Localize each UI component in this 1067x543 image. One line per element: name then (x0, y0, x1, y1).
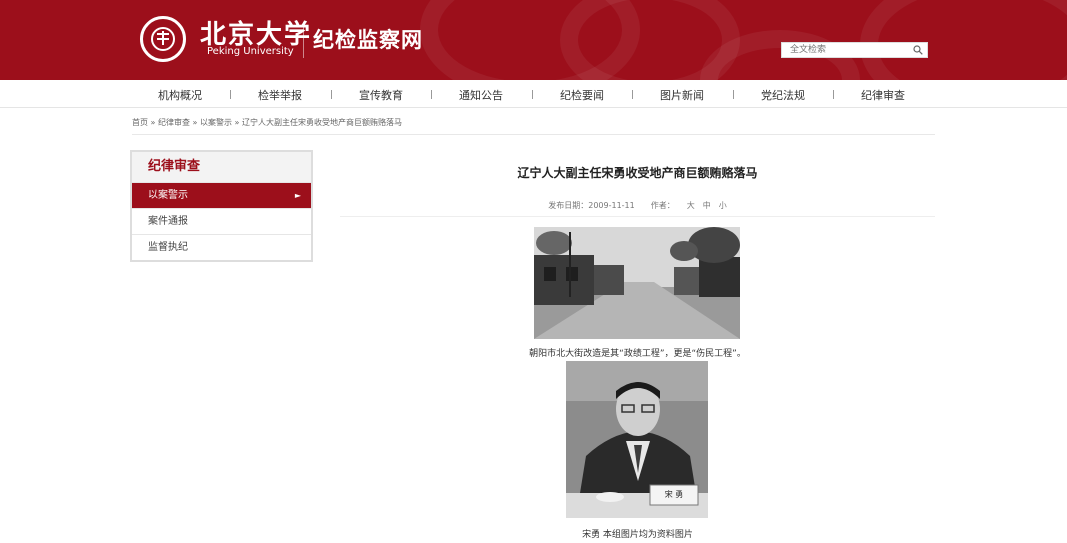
logo-divider (303, 22, 304, 58)
main-nav: 机构概况 检举举报 宣传教育 通知公告 纪检要闻 图片新闻 党纪法规 纪律审查 (0, 80, 1067, 108)
breadcrumb-divider (132, 134, 935, 135)
nav-separator (733, 90, 734, 99)
search-input[interactable] (782, 43, 910, 57)
sidebar-item-label: 以案警示 (148, 190, 188, 201)
site-title[interactable]: 纪检监察网 (313, 24, 423, 54)
nameplate-text: 宋 勇 (664, 490, 684, 499)
nav-item-review[interactable]: 纪律审查 (843, 87, 923, 103)
sidebar-item-cases[interactable]: 以案警示 ► (132, 182, 311, 208)
logo-english-name: Peking University (207, 46, 294, 57)
nav-item-regulations[interactable]: 党纪法规 (743, 87, 823, 103)
nav-item-notices[interactable]: 通知公告 (441, 87, 521, 103)
nav-item-photo-news[interactable]: 图片新闻 (642, 87, 722, 103)
cloud-decoration (860, 0, 1067, 80)
sidebar-item-supervision[interactable]: 监督执纪 (132, 234, 311, 260)
nav-separator (833, 90, 834, 99)
street-photo (534, 227, 740, 339)
nav-item-news[interactable]: 纪检要闻 (542, 87, 622, 103)
breadcrumb[interactable]: 首页 » 纪律审查 » 以案警示 » 辽宁人大副主任宋勇收受地产商巨额贿赂落马 (132, 117, 402, 128)
article-title: 辽宁人大副主任宋勇收受地产商巨额贿赂落马 (517, 166, 758, 180)
site-header: 北京大学 Peking University 纪检监察网 (0, 0, 1067, 80)
nav-separator (632, 90, 633, 99)
portrait-caption: 宋勇 本组图片均为资料图片 (582, 530, 693, 540)
seal-bar (162, 31, 164, 45)
sidebar: 纪律审查 以案警示 ► 案件通报 监督执纪 (130, 150, 313, 262)
chevron-right-icon: ► (294, 191, 301, 200)
nav-separator (431, 90, 432, 99)
sidebar-item-label: 监督执纪 (148, 242, 188, 253)
street-photo-drawing (534, 227, 740, 339)
nav-separator (230, 90, 231, 99)
sidebar-item-reports[interactable]: 案件通报 (132, 208, 311, 234)
nav-separator (331, 90, 332, 99)
nav-item-about[interactable]: 机构概况 (140, 87, 220, 103)
nav-item-education[interactable]: 宣传教育 (341, 87, 421, 103)
nav-separator (532, 90, 533, 99)
nav-item-report[interactable]: 检举举报 (240, 87, 320, 103)
pku-seal-logo[interactable] (140, 16, 186, 62)
portrait-photo: 宋 勇 (566, 361, 708, 518)
article-meta: 发布日期：2009-11-11 作者： 大 中 小 (548, 201, 727, 210)
search-icon[interactable] (913, 45, 923, 55)
photo-caption: 朝阳市北大街改造是其“政绩工程”，更是“伤民工程”。 (529, 349, 746, 359)
sidebar-title: 纪律审查 (132, 152, 311, 182)
search-box[interactable] (781, 42, 928, 58)
meta-divider (340, 216, 935, 217)
sidebar-item-label: 案件通报 (148, 216, 188, 227)
